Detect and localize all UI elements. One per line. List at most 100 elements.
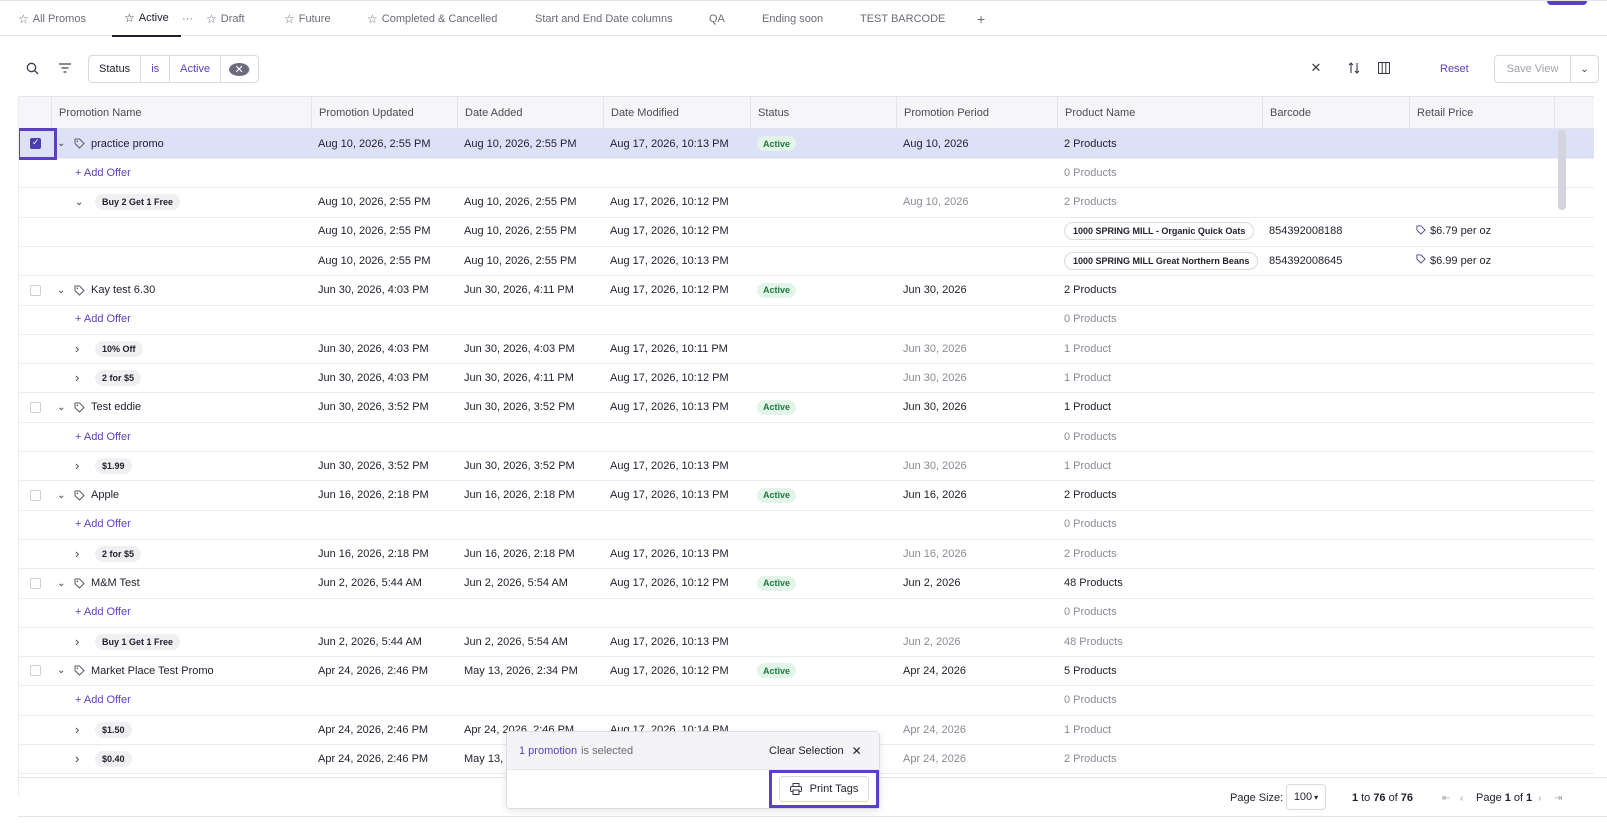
add-tab-button[interactable]: + <box>977 1 985 37</box>
tab-start-end-date[interactable]: Start and End Date columns <box>535 1 673 37</box>
offer-name: $0.40 <box>95 750 132 767</box>
row-checkbox[interactable] <box>30 577 41 589</box>
tab-more-options[interactable]: ··· <box>182 1 193 37</box>
price-tag-icon <box>1416 254 1426 267</box>
product-count: 2 Products <box>1064 547 1117 560</box>
selected-count-link[interactable]: 1 promotion <box>519 745 577 757</box>
chevron-right-icon[interactable]: › <box>75 539 79 568</box>
add-offer-link[interactable]: + Add Offer <box>75 510 131 539</box>
col-product-name[interactable]: Product Name <box>1058 97 1263 129</box>
add-offer-link[interactable]: + Add Offer <box>75 598 131 627</box>
col-date-modified[interactable]: Date Modified <box>604 97 751 129</box>
date-modified: Aug 17, 2026, 10:13 PM <box>610 635 729 648</box>
chevron-down-icon[interactable]: ⌄ <box>57 656 65 685</box>
chevron-right-icon[interactable]: › <box>75 715 79 744</box>
chevron-down-icon[interactable]: ⌄ <box>57 276 65 305</box>
promotion-row[interactable]: ⌄ practice promo Aug 10, 2026, 2:55 PM Aug … <box>19 128 1594 160</box>
offer-name: Buy 1 Get 1 Free <box>95 633 181 650</box>
reset-button[interactable]: Reset <box>1440 55 1469 83</box>
offer-row[interactable]: › 10% Off Jun 30, 2026, 4:03 PM Jun 30, 202… <box>19 334 1594 365</box>
row-checkbox[interactable] <box>30 489 41 501</box>
offer-row[interactable]: › 2 for $5 Jun 30, 2026, 4:03 PM Jun 30, 20… <box>19 363 1594 394</box>
add-offer-row[interactable]: + Add Offer 0 Products <box>19 598 1594 628</box>
add-offer-row[interactable]: + Add Offer 0 Products <box>19 686 1594 716</box>
row-checkbox[interactable] <box>30 401 41 413</box>
offer-row[interactable]: › Buy 1 Get 1 Free Jun 2, 2026, 5:44 AM Jun… <box>19 627 1594 658</box>
select-all-header <box>19 97 52 129</box>
promotion-row[interactable]: ⌄ Kay test 6.30 Jun 30, 2026, 4:03 PM Jun 3… <box>19 276 1594 306</box>
offer-row[interactable]: › 2 for $5 Jun 16, 2026, 2:18 PM Jun 16, 20… <box>19 539 1594 570</box>
product-row[interactable]: Aug 10, 2026, 2:55 PM Aug 10, 2026, 2:55 … <box>19 246 1594 277</box>
promotion-row[interactable]: ⌄ M&M Test Jun 2, 2026, 5:44 AM Jun 2, 2026… <box>19 569 1594 599</box>
chevron-down-icon[interactable]: ⌄ <box>57 129 65 158</box>
tab-completed-cancelled[interactable]: ☆ Completed & Cancelled <box>367 1 497 37</box>
printer-icon <box>789 783 802 795</box>
search-icon[interactable] <box>24 60 40 76</box>
chevron-down-icon[interactable]: ⌄ <box>57 481 65 510</box>
product-row[interactable]: Aug 10, 2026, 2:55 PM Aug 10, 2026, 2:55 … <box>19 217 1594 247</box>
filter-icon[interactable] <box>57 60 73 76</box>
add-offer-link[interactable]: + Add Offer <box>75 686 131 715</box>
promotion-row[interactable]: ⌄ Test eddie Jun 30, 2026, 3:52 PM Jun 30, … <box>19 393 1594 423</box>
clear-selection-button[interactable]: Clear Selection ✕ <box>769 732 862 770</box>
last-page-icon[interactable]: ⇥ <box>1554 778 1562 818</box>
save-view-button[interactable]: Save View <box>1495 56 1571 82</box>
row-checkbox[interactable] <box>30 284 41 296</box>
tab-ending-soon[interactable]: Ending soon <box>762 1 823 37</box>
add-offer-row[interactable]: + Add Offer 0 Products <box>19 510 1594 540</box>
col-date-added[interactable]: Date Added <box>458 97 604 129</box>
promotion-period: Jun 2, 2026 <box>903 635 961 648</box>
col-retail-price[interactable]: Retail Price <box>1410 97 1555 129</box>
tab-active[interactable]: ☆ Active <box>112 1 181 37</box>
offer-row[interactable]: ⌄ Buy 2 Get 1 Free Aug 10, 2026, 2:55 PM Au… <box>19 188 1594 218</box>
sort-icon[interactable] <box>1346 60 1362 76</box>
status-filter-chip[interactable]: Status is Active ✕ <box>88 55 260 83</box>
add-offer-row[interactable]: + Add Offer 0 Products <box>19 422 1594 452</box>
page-size-select[interactable]: 100 ▾ <box>1286 784 1326 810</box>
promotion-name: Apple <box>91 489 120 502</box>
chevron-right-icon[interactable]: › <box>75 627 79 656</box>
col-promotion-updated[interactable]: Promotion Updated <box>312 97 458 129</box>
tab-all-promos[interactable]: ☆ All Promos <box>18 1 86 37</box>
col-barcode[interactable]: Barcode <box>1263 97 1410 129</box>
close-icon[interactable]: ✕ <box>1308 60 1324 76</box>
offer-name-cell: $1.99 <box>95 451 132 480</box>
columns-icon[interactable] <box>1376 60 1392 76</box>
chevron-right-icon[interactable]: › <box>75 334 79 363</box>
next-page-icon[interactable]: › <box>1538 778 1541 818</box>
date-added: Jun 16, 2026, 2:18 PM <box>464 547 575 560</box>
tab-draft[interactable]: ☆ Draft <box>206 1 245 37</box>
vertical-scrollbar[interactable] <box>1558 130 1566 210</box>
col-status[interactable]: Status <box>751 97 897 129</box>
chevron-right-icon[interactable]: › <box>75 744 79 773</box>
chevron-down-icon[interactable]: ⌄ <box>75 188 83 217</box>
add-offer-link[interactable]: + Add Offer <box>75 422 131 451</box>
chevron-down-icon[interactable]: ⌄ <box>57 569 65 598</box>
tab-future[interactable]: ☆ Future <box>284 1 331 37</box>
col-promotion-name[interactable]: Promotion Name <box>52 97 312 129</box>
tab-test-barcode[interactable]: TEST BARCODE <box>860 1 945 37</box>
chevron-down-icon[interactable]: ⌄ <box>1571 56 1598 82</box>
add-offer-row[interactable]: + Add Offer 0 Products <box>19 305 1594 335</box>
previous-page-icon[interactable]: ‹ <box>1460 778 1463 818</box>
tags-icon <box>74 656 85 685</box>
print-tags-button[interactable]: Print Tags <box>778 776 870 802</box>
chevron-right-icon[interactable]: › <box>75 363 79 392</box>
chevron-right-icon[interactable]: › <box>75 451 79 480</box>
offer-row[interactable]: › $1.99 Jun 30, 2026, 3:52 PM Jun 30, 2026,… <box>19 451 1594 482</box>
chevron-down-icon[interactable]: ⌄ <box>57 393 65 422</box>
row-checkbox[interactable] <box>30 665 41 677</box>
add-offer-row[interactable]: + Add Offer 0 Products <box>19 158 1594 189</box>
status-badge: Active <box>757 487 797 503</box>
add-offer-link[interactable]: + Add Offer <box>75 305 131 334</box>
col-promotion-period[interactable]: Promotion Period <box>897 97 1058 129</box>
promotion-row[interactable]: ⌄ Market Place Test Promo Apr 24, 2026, 2:… <box>19 656 1594 687</box>
selection-toolbar: 1 promotion is selected Clear Selection … <box>506 731 880 809</box>
clear-filter-button[interactable]: ✕ <box>221 56 258 82</box>
product-name: 1000 SPRING MILL - Organic Quick Oats <box>1064 222 1255 241</box>
add-offer-link[interactable]: + Add Offer <box>75 158 131 187</box>
tab-qa[interactable]: QA <box>709 1 725 37</box>
close-circle-icon: ✕ <box>229 62 251 76</box>
first-page-icon[interactable]: ⇤ <box>1442 778 1450 818</box>
promotion-row[interactable]: ⌄ Apple Jun 16, 2026, 2:18 PM Jun 16, 2026,… <box>19 481 1594 511</box>
